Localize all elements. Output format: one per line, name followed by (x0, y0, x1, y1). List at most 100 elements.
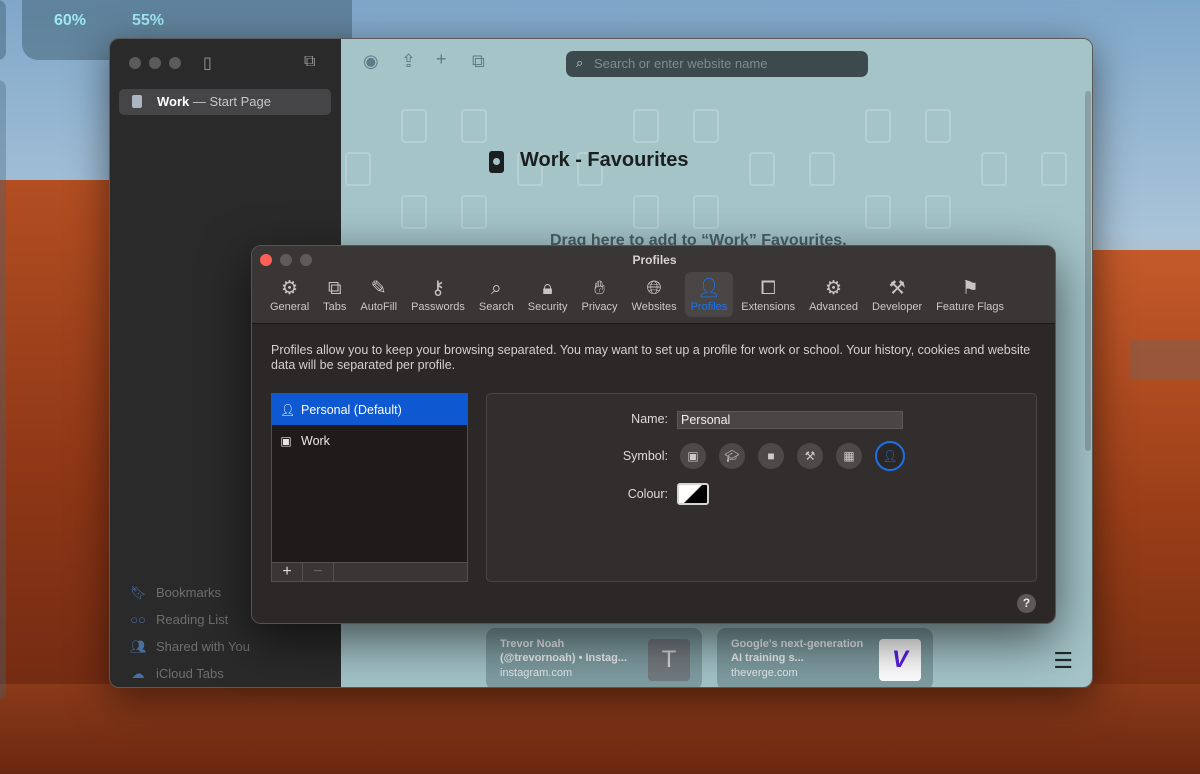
tab-label: AutoFill (360, 301, 398, 313)
tab-label: General (270, 301, 310, 313)
sidebar-item-reading-list[interactable]: ○○ Reading List (130, 606, 250, 633)
zoom-button[interactable] (169, 57, 181, 69)
briefcase-icon[interactable]: ■ (758, 443, 784, 469)
graduation-cap-icon[interactable]: 🎓︎ (719, 443, 745, 469)
sidebar-links: 🔖︎ Bookmarks ○○ Reading List 👥︎ Shared w… (130, 579, 250, 687)
cloud-icon: ☁ (131, 665, 145, 681)
tab-autofill[interactable]: ✎ AutoFill (354, 272, 403, 317)
colour-swatch[interactable] (677, 483, 709, 505)
tab-overview-icon[interactable]: ⧉ (472, 51, 485, 72)
search-icon: ⌕ (490, 278, 502, 299)
desktop-widget-edge (0, 80, 6, 700)
desktop-distant-mesa (1130, 340, 1200, 380)
profile-label: Work (301, 433, 330, 448)
sidebar-tab-item[interactable]: Work — Start Page (119, 89, 331, 115)
reading-card[interactable]: Google's next-generation AI training s..… (717, 628, 933, 687)
reading-card[interactable]: Trevor Noah (@trevornoah) • Instag... in… (486, 628, 702, 687)
tab-privacy[interactable]: ✋︎ Privacy (575, 272, 623, 317)
sidebar-item-label: Shared with You (156, 639, 250, 654)
sidebar-item-label: Reading List (156, 612, 229, 627)
tab-label: Privacy (581, 301, 618, 313)
close-button[interactable] (129, 57, 141, 69)
address-bar[interactable]: ⌕ Search or enter website name (566, 51, 868, 77)
sidebar-item-icloud-tabs[interactable]: ☁ iCloud Tabs (130, 660, 250, 687)
dialog-toolbar: Profiles ⚙ General ⧉ Tabs ✎ AutoFill ⚷ Passw… (252, 246, 1055, 324)
tab-passwords[interactable]: ⚷ Passwords (405, 272, 471, 317)
plus-icon[interactable]: + (436, 49, 447, 70)
profile-detail-panel: Name: Personal Symbol: ▣ 🎓︎ ■ ⚒ ▦ 👤︎ Col… (486, 393, 1037, 582)
add-profile-button[interactable]: + (272, 563, 303, 581)
autofill-icon: ✎ (370, 278, 387, 299)
tab-title: Start Page (209, 94, 271, 109)
tab-label: Websites (631, 301, 677, 313)
list-item[interactable]: 👤︎ Personal (Default) (272, 394, 467, 425)
gears-icon: ⚙ (825, 278, 843, 299)
preference-tabs: ⚙ General ⧉ Tabs ✎ AutoFill ⚷ Passwords ⌕ Sea… (264, 272, 1010, 317)
card-title: Trevor Noah (@trevornoah) • Instag... (500, 638, 628, 664)
tab-developer[interactable]: ⚒ Developer (866, 272, 928, 317)
tab-label: Tabs (323, 301, 347, 313)
sidebar-item-bookmarks[interactable]: 🔖︎ Bookmarks (130, 579, 250, 606)
lock-icon: 🔒︎ (542, 278, 553, 299)
tools-icon: ⚒ (888, 278, 906, 299)
card-title: Google's next-generation AI training s..… (731, 638, 864, 664)
bookmark-icon: 🔖︎ (130, 584, 147, 600)
name-label: Name: (631, 412, 668, 426)
profile-icon[interactable]: ◉ (363, 51, 379, 72)
tab-profile: Work (157, 94, 190, 109)
reading-list-icon: ○○ (130, 612, 146, 627)
hand-icon: ✋︎ (594, 278, 605, 299)
page-title: Work - Favourites (520, 149, 689, 171)
remove-profile-button[interactable]: − (303, 563, 334, 581)
share-icon[interactable]: ⇪ (401, 51, 416, 72)
tabs-icon: ⧉ (327, 278, 342, 299)
badge-icon (132, 95, 142, 108)
dialog-title: Profiles (632, 253, 677, 267)
tab-security[interactable]: 🔒︎ Security (522, 272, 574, 317)
tab-label: Passwords (411, 301, 465, 313)
address-placeholder: Search or enter website name (594, 56, 768, 71)
sidebar-item-shared-with-you[interactable]: 👥︎ Shared with You (130, 633, 250, 660)
tab-label: Search (478, 301, 514, 313)
profiles-preferences-dialog: Profiles ⚙ General ⧉ Tabs ✎ AutoFill ⚷ Passw… (251, 245, 1056, 624)
sidebar-item-label: Bookmarks (156, 585, 222, 600)
person-icon: 👤︎ (696, 278, 721, 299)
scrollbar[interactable] (1085, 91, 1091, 451)
profiles-list-footer: + − (271, 562, 468, 582)
building-icon[interactable]: ▦ (836, 443, 862, 469)
customize-icon[interactable]: ☰ (1053, 648, 1073, 674)
tab-label: Feature Flags (936, 301, 1005, 313)
tab-label: Developer (872, 301, 923, 313)
badge-icon[interactable]: ▣ (680, 443, 706, 469)
tab-profiles[interactable]: 👤︎ Profiles (684, 272, 734, 317)
gear-icon: ⚙ (281, 278, 299, 299)
sidebar-item-label: iCloud Tabs (156, 666, 224, 681)
card-thumbnail: V (879, 639, 921, 681)
minimize-button[interactable] (149, 57, 161, 69)
widget-value: 55% (132, 12, 165, 29)
tab-search[interactable]: ⌕ Search (473, 272, 520, 317)
help-button[interactable]: ? (1017, 594, 1036, 613)
symbol-label: Symbol: (622, 449, 668, 463)
person-icon: 👤︎ (280, 402, 296, 417)
badge-icon (489, 151, 504, 173)
tab-label: Extensions (741, 301, 796, 313)
hammer-icon[interactable]: ⚒ (797, 443, 823, 469)
tab-websites[interactable]: 🌐︎ Websites (626, 272, 683, 317)
symbol-picker: ▣ 🎓︎ ■ ⚒ ▦ 👤︎ (680, 441, 905, 471)
desktop-widget-edge (0, 0, 6, 60)
shared-icon: 👥︎ (130, 638, 147, 654)
list-item[interactable]: ▣ Work (272, 425, 467, 456)
tab-extensions[interactable]: ⧠ Extensions (735, 272, 801, 317)
tab-tabs[interactable]: ⧉ Tabs (317, 272, 352, 317)
tab-advanced[interactable]: ⚙ Advanced (803, 272, 864, 317)
tab-separator: — (189, 94, 210, 109)
tab-general[interactable]: ⚙ General (264, 272, 315, 317)
new-tab-group-icon[interactable]: ⧉ (304, 53, 315, 71)
sidebar-toggle-icon[interactable]: ▯ (203, 53, 212, 73)
key-icon: ⚷ (431, 278, 445, 299)
tab-feature-flags[interactable]: ⚑ Feature Flags (930, 272, 1010, 317)
profile-name-field[interactable]: Personal (677, 411, 903, 429)
person-icon[interactable]: 👤︎ (875, 441, 905, 471)
colour-label: Colour: (627, 487, 668, 501)
